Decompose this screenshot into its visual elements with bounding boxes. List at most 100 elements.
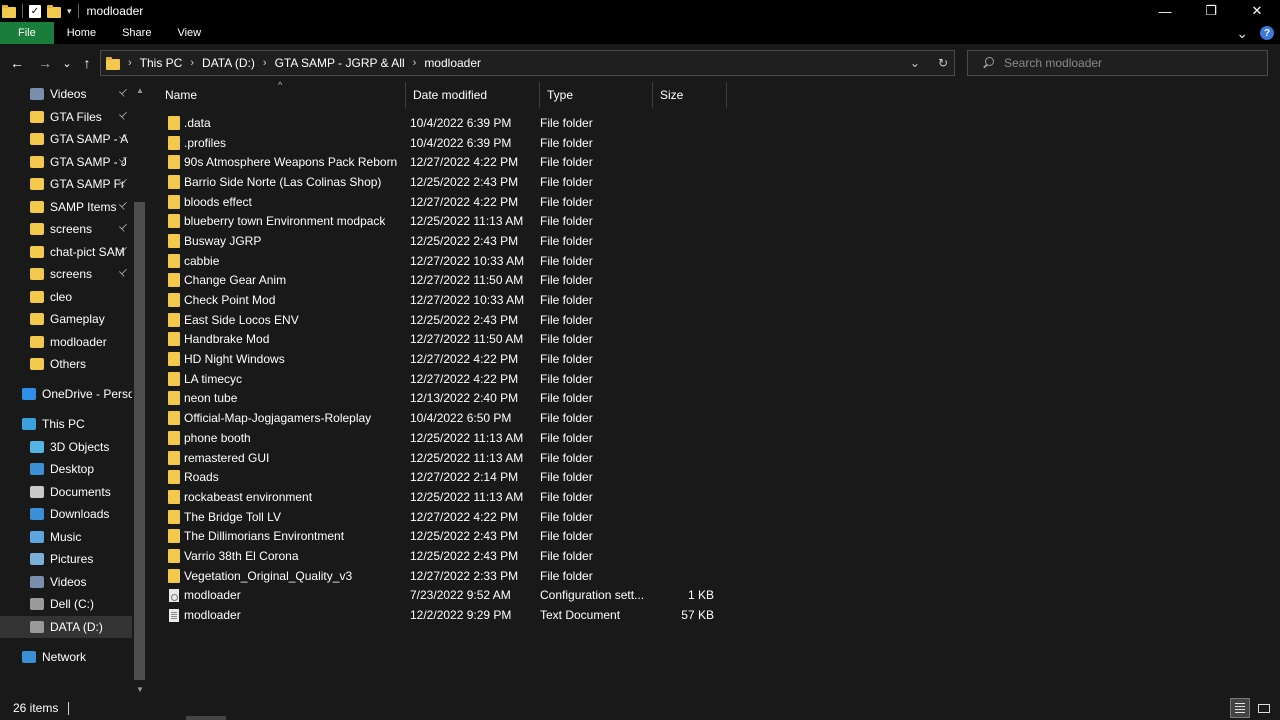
help-icon[interactable]: ? (1260, 26, 1274, 40)
forward-button[interactable]: → (36, 54, 54, 72)
properties-icon[interactable]: ✓ (29, 4, 41, 18)
file-type: File folder (540, 273, 593, 288)
file-row[interactable]: Check Point Mod 12/27/2022 10:33 AM File f… (158, 290, 758, 310)
horizontal-scrollbar-thumb[interactable] (186, 716, 226, 720)
customize-toolbar-icon[interactable]: ▾ (67, 6, 72, 17)
file-type: File folder (540, 115, 593, 130)
nav-item[interactable]: OneDrive - Person (0, 383, 132, 405)
nav-item[interactable]: This PC (0, 413, 132, 435)
file-type: Text Document (540, 608, 621, 623)
breadcrumb-separator[interactable]: › (190, 57, 194, 69)
file-row[interactable]: LA timecyc 12/27/2022 4:22 PM File folder (158, 369, 758, 389)
nav-item[interactable]: Network (0, 646, 132, 668)
scrollbar-thumb[interactable] (134, 202, 145, 680)
folder-icon (168, 470, 180, 485)
up-button[interactable]: ↑ (78, 54, 96, 72)
nav-item[interactable]: GTA SAMP Fr ⊥ (0, 173, 132, 195)
file-row[interactable]: Roads 12/27/2022 2:14 PM File folder (158, 467, 758, 487)
new-folder-icon[interactable] (47, 5, 61, 18)
address-bar[interactable]: › This PC › DATA (D:) › GTA SAMP - JGRP … (100, 50, 955, 76)
file-row[interactable]: cabbie 12/27/2022 10:33 AM File folder (158, 251, 758, 271)
maximize-button[interactable]: ❐ (1188, 0, 1234, 22)
recent-locations-button[interactable]: ⌄ (58, 54, 76, 72)
nav-item[interactable]: screens ⊥ (0, 218, 132, 240)
file-row[interactable]: Barrio Side Norte (Las Colinas Shop) 12/2… (158, 172, 758, 192)
nav-item[interactable]: Downloads (0, 503, 132, 525)
folder-icon (30, 268, 44, 280)
file-row[interactable]: HD Night Windows 12/27/2022 4:22 PM File f… (158, 349, 758, 369)
file-row[interactable]: remastered GUI 12/25/2022 11:13 AM File fo… (158, 448, 758, 468)
nav-item[interactable]: GTA SAMP - J ⊥ (0, 151, 132, 173)
details-view-button[interactable] (1230, 698, 1250, 718)
column-header-date[interactable]: Date modified (406, 82, 540, 108)
file-name: blueberry town Environment modpack (184, 214, 386, 229)
file-row[interactable]: Busway JGRP 12/25/2022 2:43 PM File folder (158, 231, 758, 251)
breadcrumb-separator[interactable]: › (413, 57, 417, 69)
scroll-down-icon[interactable]: ▼ (136, 685, 144, 694)
file-row[interactable]: The Dillimorians Environtment 12/25/2022 … (158, 526, 758, 546)
file-row[interactable]: phone booth 12/25/2022 11:13 AM File folde… (158, 428, 758, 448)
file-row[interactable]: modloader 12/2/2022 9:29 PM Text Document 5… (158, 605, 758, 625)
nav-item[interactable]: DATA (D:) (0, 615, 132, 638)
breadcrumb-gta-samp[interactable]: GTA SAMP - JGRP & All (275, 56, 405, 70)
column-header-name[interactable]: Name ^ (158, 80, 406, 108)
back-button[interactable]: ← (8, 54, 26, 72)
search-input[interactable] (1004, 56, 1254, 70)
nav-item[interactable]: SAMP Items ⊥ (0, 196, 132, 218)
nav-item[interactable]: GTA Files ⊥ (0, 106, 132, 128)
file-row[interactable]: Vegetation_Original_Quality_v3 12/27/2022… (158, 566, 758, 586)
column-header-size[interactable]: Size (653, 82, 727, 108)
minimize-button[interactable]: — (1142, 0, 1188, 22)
search-box[interactable] (967, 50, 1268, 76)
file-row[interactable]: .data 10/4/2022 6:39 PM File folder (158, 113, 758, 133)
nav-item[interactable]: Desktop (0, 458, 132, 480)
file-name: HD Night Windows (184, 352, 285, 367)
file-date: 12/25/2022 2:43 PM (410, 312, 519, 327)
breadcrumb-separator[interactable]: › (128, 57, 132, 69)
scroll-up-icon[interactable]: ▲ (136, 86, 144, 95)
breadcrumb-this-pc[interactable]: This PC (140, 56, 183, 70)
file-row[interactable]: Official-Map-Jogjagamers-Roleplay 10/4/20… (158, 408, 758, 428)
nav-item[interactable]: Documents (0, 481, 132, 503)
breadcrumb-data-drive[interactable]: DATA (D:) (202, 56, 255, 70)
nav-item[interactable]: 3D Objects (0, 436, 132, 458)
file-row[interactable]: 90s Atmosphere Weapons Pack Reborn 12/27/… (158, 152, 758, 172)
file-row[interactable]: .profiles 10/4/2022 6:39 PM File folder (158, 133, 758, 153)
file-row[interactable]: rockabeast environment 12/25/2022 11:13 A… (158, 487, 758, 507)
file-row[interactable]: East Side Locos ENV 12/25/2022 2:43 PM Fil… (158, 310, 758, 330)
tab-file[interactable]: File (0, 22, 54, 44)
nav-item[interactable]: cleo (0, 286, 132, 308)
nav-item[interactable]: screens ⊥ (0, 263, 132, 285)
tab-home[interactable]: Home (54, 22, 109, 44)
nav-item[interactable]: Videos ⊥ (0, 83, 132, 105)
nav-item[interactable]: Pictures (0, 548, 132, 570)
breadcrumb-modloader[interactable]: modloader (424, 56, 481, 70)
file-row[interactable]: blueberry town Environment modpack 12/25/… (158, 211, 758, 231)
close-button[interactable]: ✕ (1234, 0, 1280, 22)
nav-item[interactable]: Music (0, 526, 132, 548)
nav-pane-scrollbar[interactable]: ▲ ▼ (132, 82, 148, 696)
nav-item[interactable]: GTA SAMP - A ⊥ (0, 128, 132, 150)
address-dropdown-icon[interactable]: ⌄ (910, 56, 920, 70)
file-row[interactable]: Handbrake Mod 12/27/2022 11:50 AM File fol… (158, 330, 758, 350)
folder-icon (30, 200, 44, 213)
breadcrumb-separator[interactable]: › (263, 57, 267, 69)
column-header-type[interactable]: Type (540, 82, 653, 108)
tab-share[interactable]: Share (109, 22, 164, 44)
refresh-icon[interactable]: ↻ (938, 56, 948, 70)
file-row[interactable]: neon tube 12/13/2022 2:40 PM File folder (158, 389, 758, 409)
file-row[interactable]: modloader 7/23/2022 9:52 AM Configuration … (158, 586, 758, 606)
nav-item[interactable]: modloader (0, 331, 132, 353)
tab-view[interactable]: View (164, 22, 214, 44)
file-row[interactable]: Change Gear Anim 12/27/2022 11:50 AM File … (158, 271, 758, 291)
file-row[interactable]: bloods effect 12/27/2022 4:22 PM File fold… (158, 192, 758, 212)
nav-item[interactable]: Others (0, 353, 132, 375)
large-icons-view-button[interactable] (1254, 698, 1274, 718)
expand-ribbon-icon[interactable]: ⌄ (1236, 25, 1248, 42)
nav-item[interactable]: Gameplay (0, 308, 132, 330)
nav-item[interactable]: chat-pict SAM ⊥ (0, 241, 132, 263)
file-row[interactable]: Varrio 38th El Corona 12/25/2022 2:43 PM F… (158, 546, 758, 566)
nav-item[interactable]: Videos (0, 571, 132, 593)
file-row[interactable]: The Bridge Toll LV 12/27/2022 4:22 PM File… (158, 507, 758, 527)
nav-item[interactable]: Dell (C:) (0, 593, 132, 615)
